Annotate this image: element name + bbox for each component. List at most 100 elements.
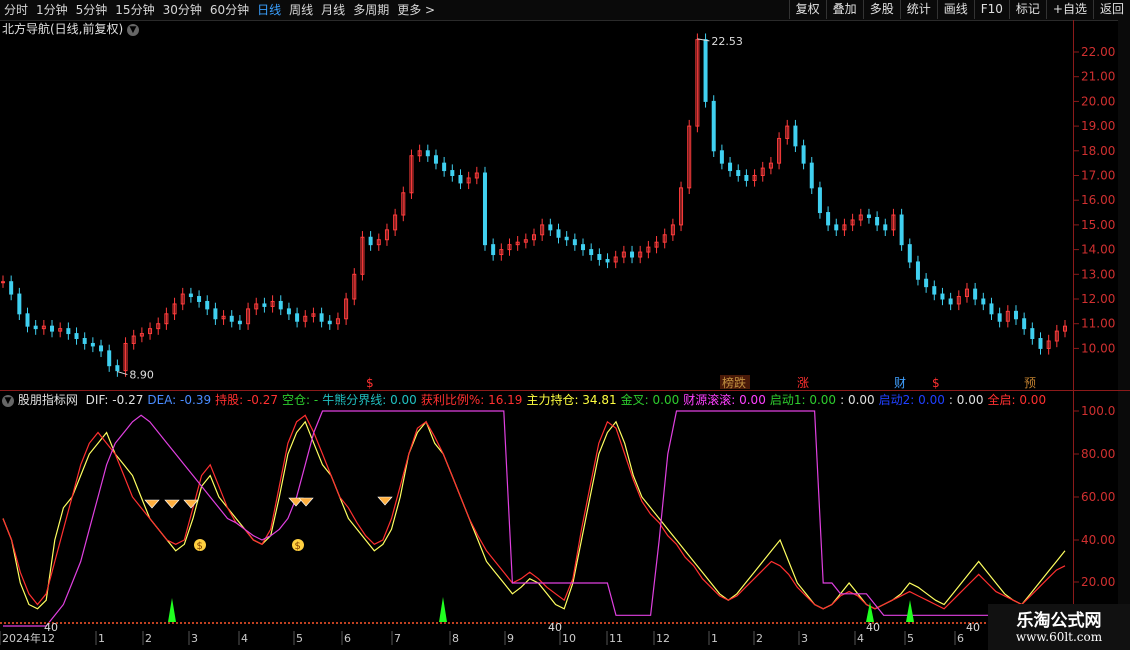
date-label: 1 (98, 632, 105, 645)
candle-body (262, 303, 267, 307)
candle-body (1038, 338, 1043, 349)
candle-body (82, 338, 87, 344)
candle-body (25, 313, 30, 327)
candle-body (793, 125, 798, 147)
candle-body (74, 333, 79, 340)
candle-body (736, 170, 741, 176)
date-label: 2 (145, 632, 152, 645)
chart-canvas[interactable]: 22.00 21.00 20.00 19.00 18.00 17.00 16.00 15.00… (0, 0, 1130, 650)
date-label: 4 (241, 632, 248, 645)
low-label: 8.90 (129, 369, 154, 382)
candle-body (915, 261, 920, 280)
ind-axis-label: 20.00 (1081, 575, 1115, 589)
event-marker: 榜跌 (722, 375, 746, 390)
candle-body (556, 229, 561, 238)
candle-body (319, 313, 324, 322)
date-label: 12 (656, 632, 670, 645)
price-axis-label: 21.00 (1081, 70, 1115, 84)
event-marker: $ (366, 376, 374, 390)
price-axis-label: 13.00 (1081, 267, 1115, 281)
money-bag-glyph: $ (197, 541, 203, 552)
candle-body (932, 286, 937, 295)
candle-body (924, 278, 929, 288)
price-axis-label: 18.00 (1081, 144, 1115, 158)
date-label: 3 (801, 632, 808, 645)
candle-body (940, 293, 945, 300)
candle-body (1022, 318, 1027, 330)
price-axis-label: 19.00 (1081, 119, 1115, 133)
candle-body (703, 39, 708, 102)
candle-body (719, 150, 724, 164)
candle-body (589, 249, 594, 256)
date-label: 4 (857, 632, 864, 645)
price-axis-label: 14.00 (1081, 243, 1115, 257)
candle-body (458, 175, 463, 184)
event-marker: $ (932, 376, 940, 390)
indicator-line (2, 414, 1066, 610)
candle-body (826, 212, 831, 226)
green-spike (168, 598, 176, 622)
event-marker: 预 (1024, 376, 1036, 390)
candle-body (973, 288, 978, 300)
event-marker: 财 (894, 376, 906, 390)
candle-body (899, 214, 904, 246)
date-label: 3 (191, 632, 198, 645)
candle-body (597, 254, 602, 260)
candle-body (482, 172, 487, 246)
diamond-icon (377, 496, 393, 506)
date-label: 6 (344, 632, 351, 645)
candle-body (801, 145, 806, 164)
candle-body (1013, 310, 1018, 320)
diamond-icon (164, 499, 180, 509)
price-axis-label: 11.00 (1081, 317, 1115, 331)
candle-body (188, 293, 193, 298)
ind-axis-label: 60.00 (1081, 490, 1115, 504)
candle-body (33, 325, 38, 330)
price-axis-label: 12.00 (1081, 292, 1115, 306)
date-label: 8 (452, 632, 459, 645)
date-label: 7 (394, 632, 401, 645)
candle-body (711, 100, 716, 152)
candle-body (213, 308, 218, 320)
candle-body (866, 214, 871, 218)
high-label: 22.53 (711, 35, 743, 48)
date-label: 1 (711, 632, 718, 645)
candle-body (50, 325, 55, 332)
candle-body (295, 313, 300, 322)
green-spike (439, 597, 447, 622)
small-label: 40 (966, 621, 980, 634)
candle-body (1, 281, 5, 284)
diamond-icon (144, 499, 160, 509)
date-label: 11 (609, 632, 623, 645)
candle-body (450, 170, 455, 176)
price-axis-label: 10.00 (1081, 341, 1115, 355)
price-axis-label: 22.00 (1081, 45, 1115, 59)
candle-body (368, 236, 373, 246)
event-marker: 涨 (797, 375, 809, 390)
ind-axis-label: 40.00 (1081, 533, 1115, 547)
candle-body (989, 303, 994, 315)
candle-body (744, 175, 749, 181)
green-spike (906, 600, 914, 622)
candle-body (205, 300, 210, 310)
date-label: 5 (296, 632, 303, 645)
price-axis-label: 16.00 (1081, 193, 1115, 207)
candle-body (1030, 328, 1035, 340)
candle-body (107, 350, 112, 367)
candle-body (548, 224, 553, 231)
candle-body (817, 187, 822, 214)
candle-body (425, 150, 430, 157)
candle-body (115, 365, 120, 372)
candle-body (834, 224, 839, 231)
candle-body (875, 216, 880, 226)
candle-body (66, 328, 71, 335)
price-axis-label: 17.00 (1081, 169, 1115, 183)
date-label: 10 (562, 632, 576, 645)
date-label: 2024年12 (2, 631, 55, 645)
date-label: 9 (507, 632, 514, 645)
candle-body (948, 298, 953, 305)
watermark-title: 乐淘公式网 (1016, 611, 1102, 631)
candle-body (491, 244, 496, 256)
indicator-line (2, 420, 1066, 610)
candle-body (9, 281, 14, 295)
